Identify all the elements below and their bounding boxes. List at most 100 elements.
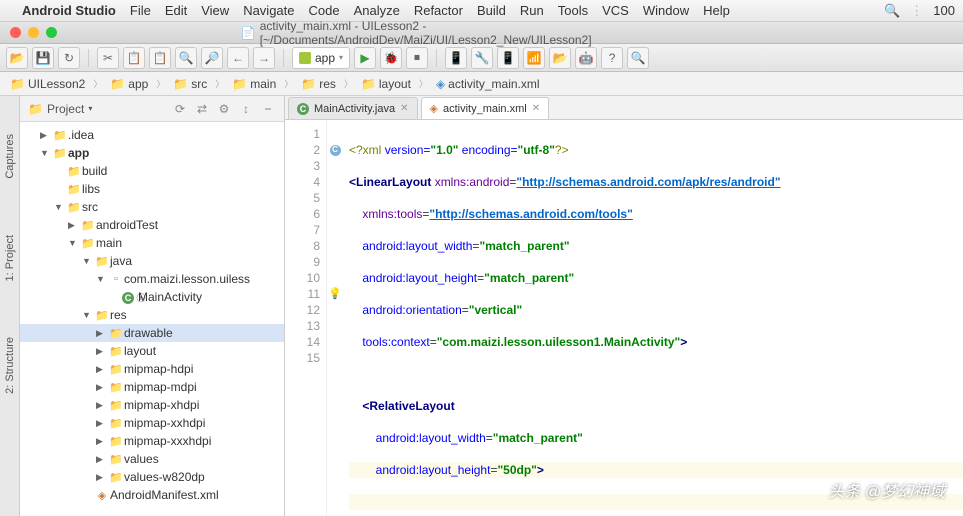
tree-node-layout[interactable]: ▶📁 layout xyxy=(20,342,284,360)
code-editor[interactable]: 123456789101112131415 C 💡 <?xml version="… xyxy=(285,120,963,516)
close-tab-icon[interactable]: ✕ xyxy=(532,103,540,114)
run-config-selector[interactable]: app ▾ xyxy=(292,47,350,69)
intention-bulb-icon[interactable]: 💡 xyxy=(327,286,343,302)
menu-window[interactable]: Window xyxy=(643,3,689,18)
paste-button[interactable]: 📋 xyxy=(149,47,171,69)
window-titlebar: 📄 activity_main.xml - UILesson2 - [~/Doc… xyxy=(0,22,963,44)
minimize-panel-button[interactable]: ⎯ xyxy=(260,101,276,117)
dir-icon: 📁 xyxy=(108,363,124,376)
crumb-root[interactable]: 📁UILesson2 xyxy=(4,77,91,91)
menu-navigate[interactable]: Navigate xyxy=(243,3,294,18)
tree-node-mipmap-xhdpi[interactable]: ▶📁 mipmap-xhdpi xyxy=(20,396,284,414)
menu-refactor[interactable]: Refactor xyxy=(414,3,463,18)
crumb-layout[interactable]: 📁layout xyxy=(355,77,417,91)
project-tree[interactable]: ▶📁 .idea▼📁 app📁 build📁 libs▼📁 src▶📁 andr… xyxy=(20,122,284,516)
tree-label: mipmap-xhdpi xyxy=(124,398,199,412)
stop-button[interactable]: ⏹ xyxy=(406,47,428,69)
tree-node-src[interactable]: ▼📁 src xyxy=(20,198,284,216)
close-tab-icon[interactable]: ✕ xyxy=(400,103,408,114)
tree-node-com-maizi-lesson-uiless[interactable]: ▼▫ com.maizi.lesson.uiless xyxy=(20,270,284,288)
crumb-file[interactable]: ◈activity_main.xml xyxy=(430,77,546,91)
tree-node-androidmanifest-xml[interactable]: ◈ AndroidManifest.xml xyxy=(20,486,284,504)
spotlight-icon[interactable]: 🔍 xyxy=(884,3,900,19)
forward-button[interactable]: → xyxy=(253,47,275,69)
crumb-src[interactable]: 📁src xyxy=(167,77,213,91)
back-button[interactable]: ← xyxy=(227,47,249,69)
tree-node-libs[interactable]: 📁 libs xyxy=(20,180,284,198)
run-button[interactable]: ▶ xyxy=(354,47,376,69)
replace-button[interactable]: 🔎 xyxy=(201,47,223,69)
tree-node-drawable[interactable]: ▶📁 drawable xyxy=(20,324,284,342)
code-body[interactable]: <?xml version="1.0" encoding="utf-8"?> <… xyxy=(343,120,963,516)
sidetab-structure[interactable]: 2: Structure xyxy=(4,329,16,402)
tree-node-mainactivity[interactable]: C ⓐ MainActivity xyxy=(20,288,284,306)
tab-activity-main-xml[interactable]: ◈activity_main.xml✕ xyxy=(421,97,550,119)
sidetab-captures[interactable]: Captures xyxy=(4,126,16,187)
tree-node-mipmap-xxhdpi[interactable]: ▶📁 mipmap-xxhdpi xyxy=(20,414,284,432)
gear-icon[interactable]: ⚙ xyxy=(216,101,232,117)
dropdown-icon[interactable]: ▾ xyxy=(88,104,92,113)
dir-icon: 📁 xyxy=(52,129,68,142)
android-icon xyxy=(299,52,311,64)
sidetab-project[interactable]: 1: Project xyxy=(4,227,16,289)
search-everywhere-button[interactable]: 🔍 xyxy=(627,47,649,69)
tree-label: java xyxy=(110,254,132,268)
tab-mainactivity[interactable]: CMainActivity.java✕ xyxy=(288,97,418,119)
minimize-window-button[interactable] xyxy=(28,27,39,38)
find-button[interactable]: 🔍 xyxy=(175,47,197,69)
menu-code[interactable]: Code xyxy=(309,3,340,18)
project-structure-button[interactable]: 📂 xyxy=(549,47,571,69)
tree-node-java[interactable]: ▼📁 java xyxy=(20,252,284,270)
debug-button[interactable]: 🐞 xyxy=(380,47,402,69)
avd-button[interactable]: 📱 xyxy=(445,47,467,69)
ddms-button[interactable]: 📱 xyxy=(497,47,519,69)
dir-icon: 📁 xyxy=(108,399,124,412)
crumb-main[interactable]: 📁main xyxy=(226,77,282,91)
tree-node-androidtest[interactable]: ▶📁 androidTest xyxy=(20,216,284,234)
close-window-button[interactable] xyxy=(10,27,21,38)
help-button[interactable]: ? xyxy=(601,47,623,69)
tree-node-main[interactable]: ▼📁 main xyxy=(20,234,284,252)
hide-button[interactable]: ↕ xyxy=(238,101,254,117)
tree-node--idea[interactable]: ▶📁 .idea xyxy=(20,126,284,144)
menu-run[interactable]: Run xyxy=(520,3,544,18)
pkg-icon: ▫ xyxy=(108,273,124,285)
app-menu[interactable]: Android Studio xyxy=(22,3,116,18)
zoom-window-button[interactable] xyxy=(46,27,57,38)
menu-vcs[interactable]: VCS xyxy=(602,3,629,18)
sync-button[interactable]: ↻ xyxy=(58,47,80,69)
tree-node-mipmap-hdpi[interactable]: ▶📁 mipmap-hdpi xyxy=(20,360,284,378)
tree-node-values-w820dp[interactable]: ▶📁 values-w820dp xyxy=(20,468,284,486)
window-title: activity_main.xml - UILesson2 - [~/Docum… xyxy=(260,19,723,47)
collapse-all-button[interactable]: ⇄ xyxy=(194,101,210,117)
menu-view[interactable]: View xyxy=(201,3,229,18)
menu-file[interactable]: File xyxy=(130,3,151,18)
open-button[interactable]: 📂 xyxy=(6,47,28,69)
crumb-res[interactable]: 📁res xyxy=(295,77,342,91)
menu-help[interactable]: Help xyxy=(703,3,730,18)
crumb-app[interactable]: 📁app xyxy=(104,77,154,91)
menu-build[interactable]: Build xyxy=(477,3,506,18)
dir-icon: 📁 xyxy=(108,417,124,430)
line-gutter: 123456789101112131415 xyxy=(285,120,327,516)
copy-button[interactable]: 📋 xyxy=(123,47,145,69)
tree-node-mipmap-xxxhdpi[interactable]: ▶📁 mipmap-xxxhdpi xyxy=(20,432,284,450)
tree-node-mipmap-mdpi[interactable]: ▶📁 mipmap-mdpi xyxy=(20,378,284,396)
menu-edit[interactable]: Edit xyxy=(165,3,187,18)
monitor-button[interactable]: 📶 xyxy=(523,47,545,69)
class-gutter-icon[interactable]: C xyxy=(330,145,341,156)
tree-label: MainActivity xyxy=(138,290,202,304)
tree-node-build[interactable]: 📁 build xyxy=(20,162,284,180)
dir-icon: 📁 xyxy=(108,345,124,358)
tree-node-app[interactable]: ▼📁 app xyxy=(20,144,284,162)
tree-node-values[interactable]: ▶📁 values xyxy=(20,450,284,468)
save-button[interactable]: 💾 xyxy=(32,47,54,69)
menu-analyze[interactable]: Analyze xyxy=(354,3,400,18)
cut-button[interactable]: ✂ xyxy=(97,47,119,69)
android-button[interactable]: 🤖 xyxy=(575,47,597,69)
scroll-from-source-button[interactable]: ⟳ xyxy=(172,101,188,117)
sdk-button[interactable]: 🔧 xyxy=(471,47,493,69)
bluetooth-icon[interactable]: ⋮ xyxy=(910,3,923,19)
tree-node-res[interactable]: ▼📁 res xyxy=(20,306,284,324)
menu-tools[interactable]: Tools xyxy=(558,3,588,18)
